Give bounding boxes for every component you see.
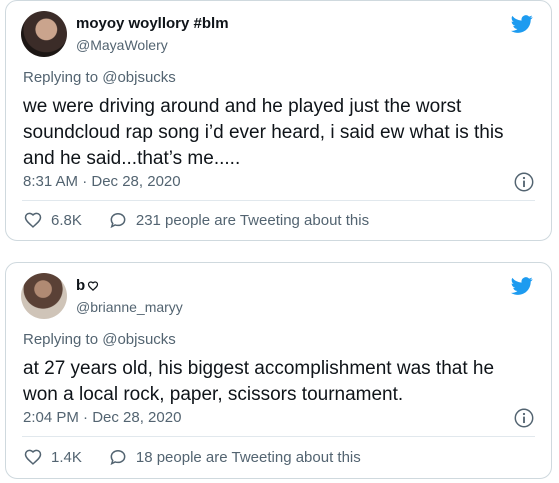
tweet-card[interactable]: b @brianne_maryy Replying to @objsucks a… [5, 262, 552, 479]
display-name[interactable]: moyoy woyllory #blm [76, 15, 229, 32]
tweet-card[interactable]: moyoy woyllory #blm @MayaWolery Replying… [5, 0, 552, 241]
reply-bubble-icon[interactable] [108, 210, 128, 230]
replying-label: Replying to [23, 331, 99, 348]
info-icon[interactable] [513, 171, 535, 193]
reply-action[interactable]: 231 people are Tweeting about this [108, 210, 369, 230]
replying-to: Replying to @objsucks [23, 331, 176, 348]
like-count: 6.8K [51, 211, 82, 229]
display-name-text: moyoy woyllory #blm [76, 15, 229, 32]
tweet-actions: 1.4K 18 people are Tweeting about this [23, 447, 361, 467]
avatar[interactable] [21, 11, 67, 57]
mention-link[interactable]: @objsucks [102, 69, 176, 86]
like-action[interactable]: 6.8K [23, 210, 82, 230]
user-handle[interactable]: @MayaWolery [76, 37, 168, 53]
display-name[interactable]: b [76, 277, 99, 294]
info-icon[interactable] [513, 407, 535, 429]
heart-icon[interactable] [23, 210, 43, 230]
reply-action[interactable]: 18 people are Tweeting about this [108, 447, 361, 467]
heart-icon[interactable] [23, 447, 43, 467]
mention-link[interactable]: @objsucks [102, 331, 176, 348]
divider [22, 200, 535, 201]
heart-emoji-icon [88, 280, 99, 291]
avatar[interactable] [21, 273, 67, 319]
twitter-bird-icon[interactable] [509, 13, 535, 35]
display-name-text: b [76, 277, 86, 294]
reply-bubble-icon[interactable] [108, 447, 128, 467]
tweeting-about-text[interactable]: 18 people are Tweeting about this [136, 449, 361, 466]
replying-label: Replying to [23, 69, 99, 86]
timestamp[interactable]: 8:31 AM · Dec 28, 2020 [23, 173, 181, 190]
replying-to: Replying to @objsucks [23, 69, 176, 86]
like-action[interactable]: 1.4K [23, 447, 82, 467]
tweet-actions: 6.8K 231 people are Tweeting about this [23, 210, 369, 230]
tweet-text: at 27 years old, his biggest accomplishm… [23, 358, 495, 405]
divider [22, 436, 535, 437]
twitter-bird-icon[interactable] [509, 275, 535, 297]
like-count: 1.4K [51, 448, 82, 466]
tweet-text: we were driving around and he played jus… [23, 96, 504, 169]
user-handle[interactable]: @brianne_maryy [76, 299, 183, 315]
timestamp[interactable]: 2:04 PM · Dec 28, 2020 [23, 409, 181, 426]
tweeting-about-text[interactable]: 231 people are Tweeting about this [136, 212, 369, 229]
